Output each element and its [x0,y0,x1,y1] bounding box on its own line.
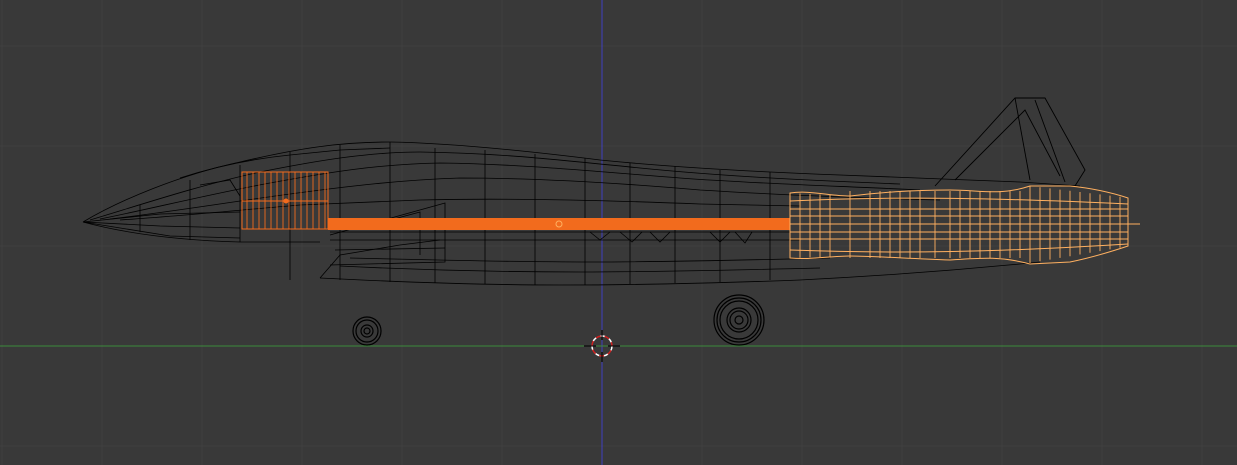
intake-origin-dot [283,198,289,204]
engine-shaft-bar[interactable] [328,218,790,230]
front-wheel-wireframe[interactable] [352,316,382,346]
viewport-canvas[interactable] [0,0,1237,465]
rear-wheel-wireframe[interactable] [713,294,765,346]
fuselage-wireframe[interactable] [82,141,1081,286]
3d-viewport[interactable] [0,0,1237,465]
engine-nozzle-wireframe[interactable] [789,185,1140,265]
tail-fin-wireframe[interactable] [934,97,1086,187]
